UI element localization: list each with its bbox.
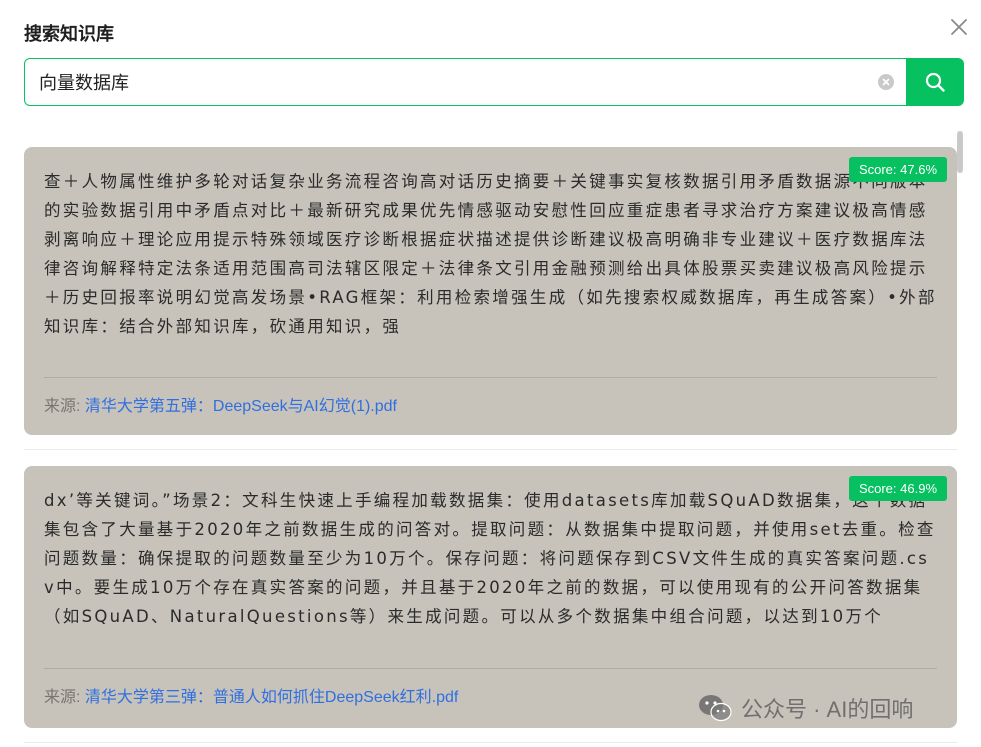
source-link[interactable]: 清华大学第五弹：DeepSeek与AI幻觉(1).pdf (85, 398, 397, 415)
watermark: 公众号 · AI的回响 (697, 692, 913, 724)
wechat-icon (699, 695, 732, 722)
results-list: Score: 47.6% 查＋人物属性维护多轮对话复杂业务流程咨询高对话历史摘要… (24, 147, 957, 743)
score-badge: Score: 46.9% (848, 476, 947, 501)
search-input[interactable] (39, 59, 878, 105)
search-bar (24, 58, 964, 106)
result-text: 查＋人物属性维护多轮对话复杂业务流程咨询高对话历史摘要＋关键事实复核数据引用矛盾… (44, 172, 937, 336)
scrollbar-thumb[interactable] (957, 131, 963, 173)
source-label: 来源: (44, 689, 81, 706)
search-icon (925, 72, 945, 92)
result-text: dx’等关键词。”场景2：文科生快速上手编程加载数据集：使用datasets库加… (44, 491, 936, 626)
close-icon (951, 19, 967, 35)
watermark-text: 公众号 · AI的回响 (741, 697, 914, 722)
source-link[interactable]: 清华大学第三弹：普通人如何抓住DeepSeek红利.pdf (85, 689, 458, 706)
score-badge: Score: 47.6% (848, 157, 947, 182)
source-label: 来源: (44, 398, 81, 415)
result-separator (24, 449, 957, 450)
search-box (24, 58, 906, 106)
result-separator (24, 742, 957, 743)
source-line: 来源: 清华大学第五弹：DeepSeek与AI幻觉(1).pdf (44, 378, 937, 416)
clear-button[interactable] (878, 74, 894, 90)
clear-icon (882, 78, 890, 86)
close-button[interactable] (946, 14, 972, 40)
dialog-title: 搜索知识库 (24, 24, 114, 44)
result-card[interactable]: Score: 46.9% dx’等关键词。”场景2：文科生快速上手编程加载数据集… (24, 466, 957, 728)
result-card[interactable]: Score: 47.6% 查＋人物属性维护多轮对话复杂业务流程咨询高对话历史摘要… (24, 147, 957, 435)
search-button[interactable] (906, 58, 964, 106)
